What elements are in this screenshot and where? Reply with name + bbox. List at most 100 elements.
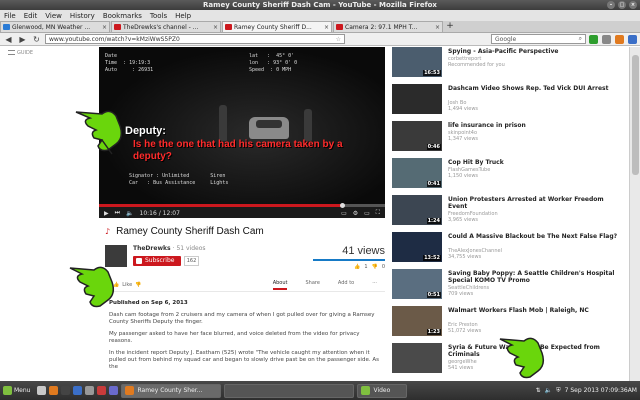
- shield-icon[interactable]: ⛨: [556, 387, 561, 395]
- close-button[interactable]: ×: [629, 1, 637, 9]
- addon-icon[interactable]: [628, 34, 637, 44]
- related-title[interactable]: Cop Hit By Truck: [448, 159, 618, 166]
- more-button[interactable]: ···: [372, 280, 377, 290]
- menu-help[interactable]: Help: [175, 12, 191, 20]
- tab-close-icon[interactable]: ×: [324, 24, 329, 31]
- description: Published on Sep 6, 2013 Dash cam footag…: [109, 300, 379, 376]
- tab-current-video[interactable]: Ramey County Sheriff D... ×: [222, 21, 332, 32]
- firefox-icon[interactable]: [49, 386, 59, 395]
- related-video-item[interactable]: 1:24 Union Protesters Arrested at Worker…: [392, 195, 628, 233]
- subscribe-button[interactable]: Subscribe: [133, 256, 181, 266]
- menu-edit[interactable]: Edit: [24, 12, 38, 20]
- thumbs-down-icon[interactable]: 👎: [372, 264, 378, 270]
- tab-channel[interactable]: TheDrewks's channel - ... ×: [111, 21, 221, 32]
- fullscreen-icon[interactable]: ⛶: [376, 209, 380, 217]
- clock[interactable]: 7 Sep 2013 07:09:36AM: [565, 387, 637, 394]
- related-title[interactable]: Walmart Workers Flash Mob | Raleigh, NC: [448, 307, 618, 314]
- files-icon[interactable]: [73, 386, 83, 395]
- osd-right: lat : 45° 0' lon : 93° 0' 0 Speed : 0 MP…: [249, 53, 298, 73]
- related-video-item[interactable]: Dashcam Video Shows Rep. Ted Vick DUI Ar…: [392, 84, 628, 122]
- start-menu-button[interactable]: Menu: [3, 386, 30, 395]
- page-content: GUIDE Date Time : 19:19:3 Auto : 26931 l…: [0, 47, 640, 381]
- maximize-button[interactable]: □: [618, 1, 626, 9]
- tab-close-icon[interactable]: ×: [102, 24, 107, 31]
- task-label: Ramey County Sher...: [137, 387, 203, 394]
- video-thumbnail[interactable]: 0:41: [392, 158, 442, 188]
- home-icon[interactable]: [602, 34, 611, 44]
- menu-file[interactable]: File: [4, 12, 16, 20]
- video-thumbnail[interactable]: 13:52: [392, 232, 442, 262]
- menu-tools[interactable]: Tools: [150, 12, 167, 20]
- app-icon[interactable]: [97, 386, 107, 395]
- action-row: 👍 Like 👎 About Share Add to ···: [105, 278, 385, 292]
- related-title[interactable]: Could A Massive Blackout be The Next Fal…: [448, 233, 618, 240]
- video-thumbnail[interactable]: 1:23: [392, 306, 442, 336]
- tab-close-icon[interactable]: ×: [213, 24, 218, 31]
- next-icon[interactable]: ⏭: [115, 209, 120, 217]
- guide-button[interactable]: GUIDE: [8, 50, 48, 56]
- video-player[interactable]: Date Time : 19:19:3 Auto : 26931 lat : 4…: [99, 47, 385, 218]
- page-scrollbar[interactable]: [629, 47, 640, 381]
- video-thumbnail[interactable]: 0:51: [392, 269, 442, 299]
- tab-close-icon[interactable]: ×: [435, 24, 440, 31]
- dislike-count: 0: [381, 264, 385, 270]
- related-video-item[interactable]: 0:46 life insurance in prison skinpoint4…: [392, 121, 628, 159]
- progress-bar[interactable]: [99, 203, 385, 208]
- menu-bar: File Edit View History Bookmarks Tools H…: [0, 10, 640, 21]
- taskbar-window-firefox[interactable]: Ramey County Sher...: [121, 383, 222, 398]
- related-title[interactable]: Saving Baby Poppy: A Seattle Children's …: [448, 270, 618, 284]
- play-icon[interactable]: ▶: [104, 210, 109, 217]
- captions-icon[interactable]: ▭: [341, 210, 347, 217]
- tab-camera[interactable]: Camera 2: 97.1 MPH T... ×: [333, 21, 443, 32]
- channel-name-text[interactable]: TheDrewks: [133, 245, 171, 252]
- tab-label: TheDrewks's channel - ...: [123, 23, 199, 31]
- video-thumbnail[interactable]: 1:24: [392, 195, 442, 225]
- scrollbar-thumb[interactable]: [632, 55, 639, 175]
- bookmark-star-icon[interactable]: ☆: [336, 36, 341, 43]
- related-title[interactable]: life insurance in prison: [448, 122, 618, 129]
- settings-icon[interactable]: ⚙: [353, 210, 358, 217]
- app-icon[interactable]: [85, 386, 95, 395]
- taskbar-window[interactable]: [224, 383, 355, 398]
- related-video-item[interactable]: 0:41 Cop Hit By Truck FlashGamesTube 1,1…: [392, 158, 628, 196]
- taskbar-window-video[interactable]: Video: [357, 383, 408, 398]
- video-thumbnail[interactable]: 0:46: [392, 121, 442, 151]
- terminal-icon[interactable]: [61, 386, 71, 395]
- search-icon[interactable]: ⌕: [579, 35, 582, 43]
- thumbs-up-icon[interactable]: 👍: [354, 264, 360, 270]
- volume-icon[interactable]: 🔈: [126, 210, 133, 217]
- forward-icon[interactable]: ▶: [17, 34, 28, 44]
- channel-name[interactable]: TheDrewks · 51 videos: [133, 245, 206, 252]
- download-icon[interactable]: [589, 34, 598, 44]
- menu-history[interactable]: History: [70, 12, 95, 20]
- minimize-button[interactable]: –: [607, 1, 615, 9]
- related-title[interactable]: Union Protesters Arrested at Worker Free…: [448, 196, 618, 210]
- video-thumbnail[interactable]: [392, 343, 442, 373]
- subscriber-count: 162: [184, 256, 199, 266]
- menu-bookmarks[interactable]: Bookmarks: [103, 12, 142, 20]
- tab-add-to[interactable]: Add to: [338, 280, 354, 290]
- tab-share[interactable]: Share: [305, 280, 319, 290]
- menu-view[interactable]: View: [45, 12, 62, 20]
- search-input[interactable]: Google ⌕: [491, 34, 586, 44]
- video-thumbnail[interactable]: 16:53: [392, 47, 442, 77]
- reload-icon[interactable]: ↻: [31, 34, 42, 44]
- tab-weather[interactable]: Glenwood, MN Weather ... ×: [0, 21, 110, 32]
- new-tab-button[interactable]: +: [444, 21, 456, 32]
- app-icon[interactable]: [109, 386, 119, 395]
- related-video-item[interactable]: 13:52 Could A Massive Blackout be The Ne…: [392, 232, 628, 270]
- url-bar[interactable]: www.youtube.com/watch?v=kMziWwS5PZ0 ☆: [45, 34, 345, 44]
- tab-about[interactable]: About: [272, 280, 288, 290]
- desktop-icon[interactable]: [37, 386, 47, 395]
- related-video-item[interactable]: 16:53 Spying - Asia-Pacific Perspective …: [392, 47, 628, 85]
- size-icon[interactable]: ▭: [364, 210, 370, 217]
- volume-icon[interactable]: 🔈: [545, 387, 552, 394]
- thumbs-down-icon[interactable]: 👎: [135, 282, 141, 288]
- network-icon[interactable]: ⇅: [536, 387, 541, 394]
- feed-icon[interactable]: [615, 34, 624, 44]
- video-thumbnail[interactable]: [392, 84, 442, 114]
- back-icon[interactable]: ◀: [3, 34, 14, 44]
- related-video-item[interactable]: 0:51 Saving Baby Poppy: A Seattle Childr…: [392, 269, 628, 307]
- related-title[interactable]: Spying - Asia-Pacific Perspective: [448, 48, 618, 55]
- related-title[interactable]: Dashcam Video Shows Rep. Ted Vick DUI Ar…: [448, 85, 618, 92]
